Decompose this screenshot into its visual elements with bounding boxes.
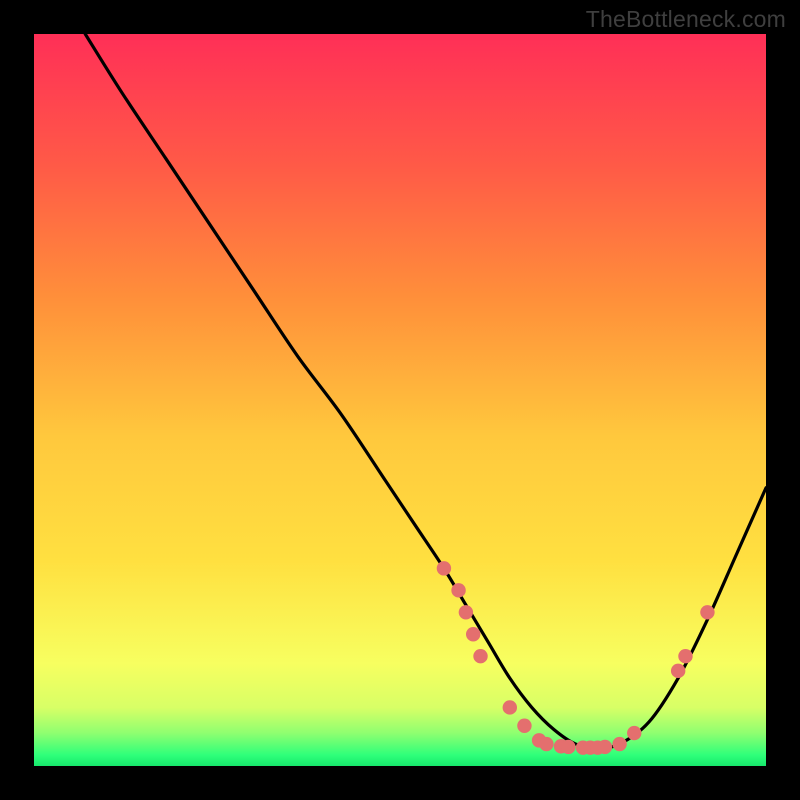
scatter-dot bbox=[561, 740, 575, 754]
scatter-dot bbox=[598, 740, 612, 754]
scatter-dot bbox=[627, 726, 641, 740]
scatter-dot bbox=[700, 605, 714, 619]
chart-gradient-bg bbox=[34, 34, 766, 766]
watermark-label: TheBottleneck.com bbox=[586, 6, 786, 33]
scatter-dot bbox=[473, 649, 487, 663]
scatter-dot bbox=[459, 605, 473, 619]
scatter-dot bbox=[466, 627, 480, 641]
scatter-dot bbox=[539, 737, 553, 751]
scatter-dot bbox=[437, 561, 451, 575]
scatter-dot bbox=[451, 583, 465, 597]
bottleneck-chart bbox=[34, 34, 766, 766]
scatter-dot bbox=[517, 719, 531, 733]
scatter-dot bbox=[503, 700, 517, 714]
chart-frame bbox=[34, 34, 766, 766]
scatter-dot bbox=[678, 649, 692, 663]
scatter-dot bbox=[612, 737, 626, 751]
scatter-dot bbox=[671, 664, 685, 678]
